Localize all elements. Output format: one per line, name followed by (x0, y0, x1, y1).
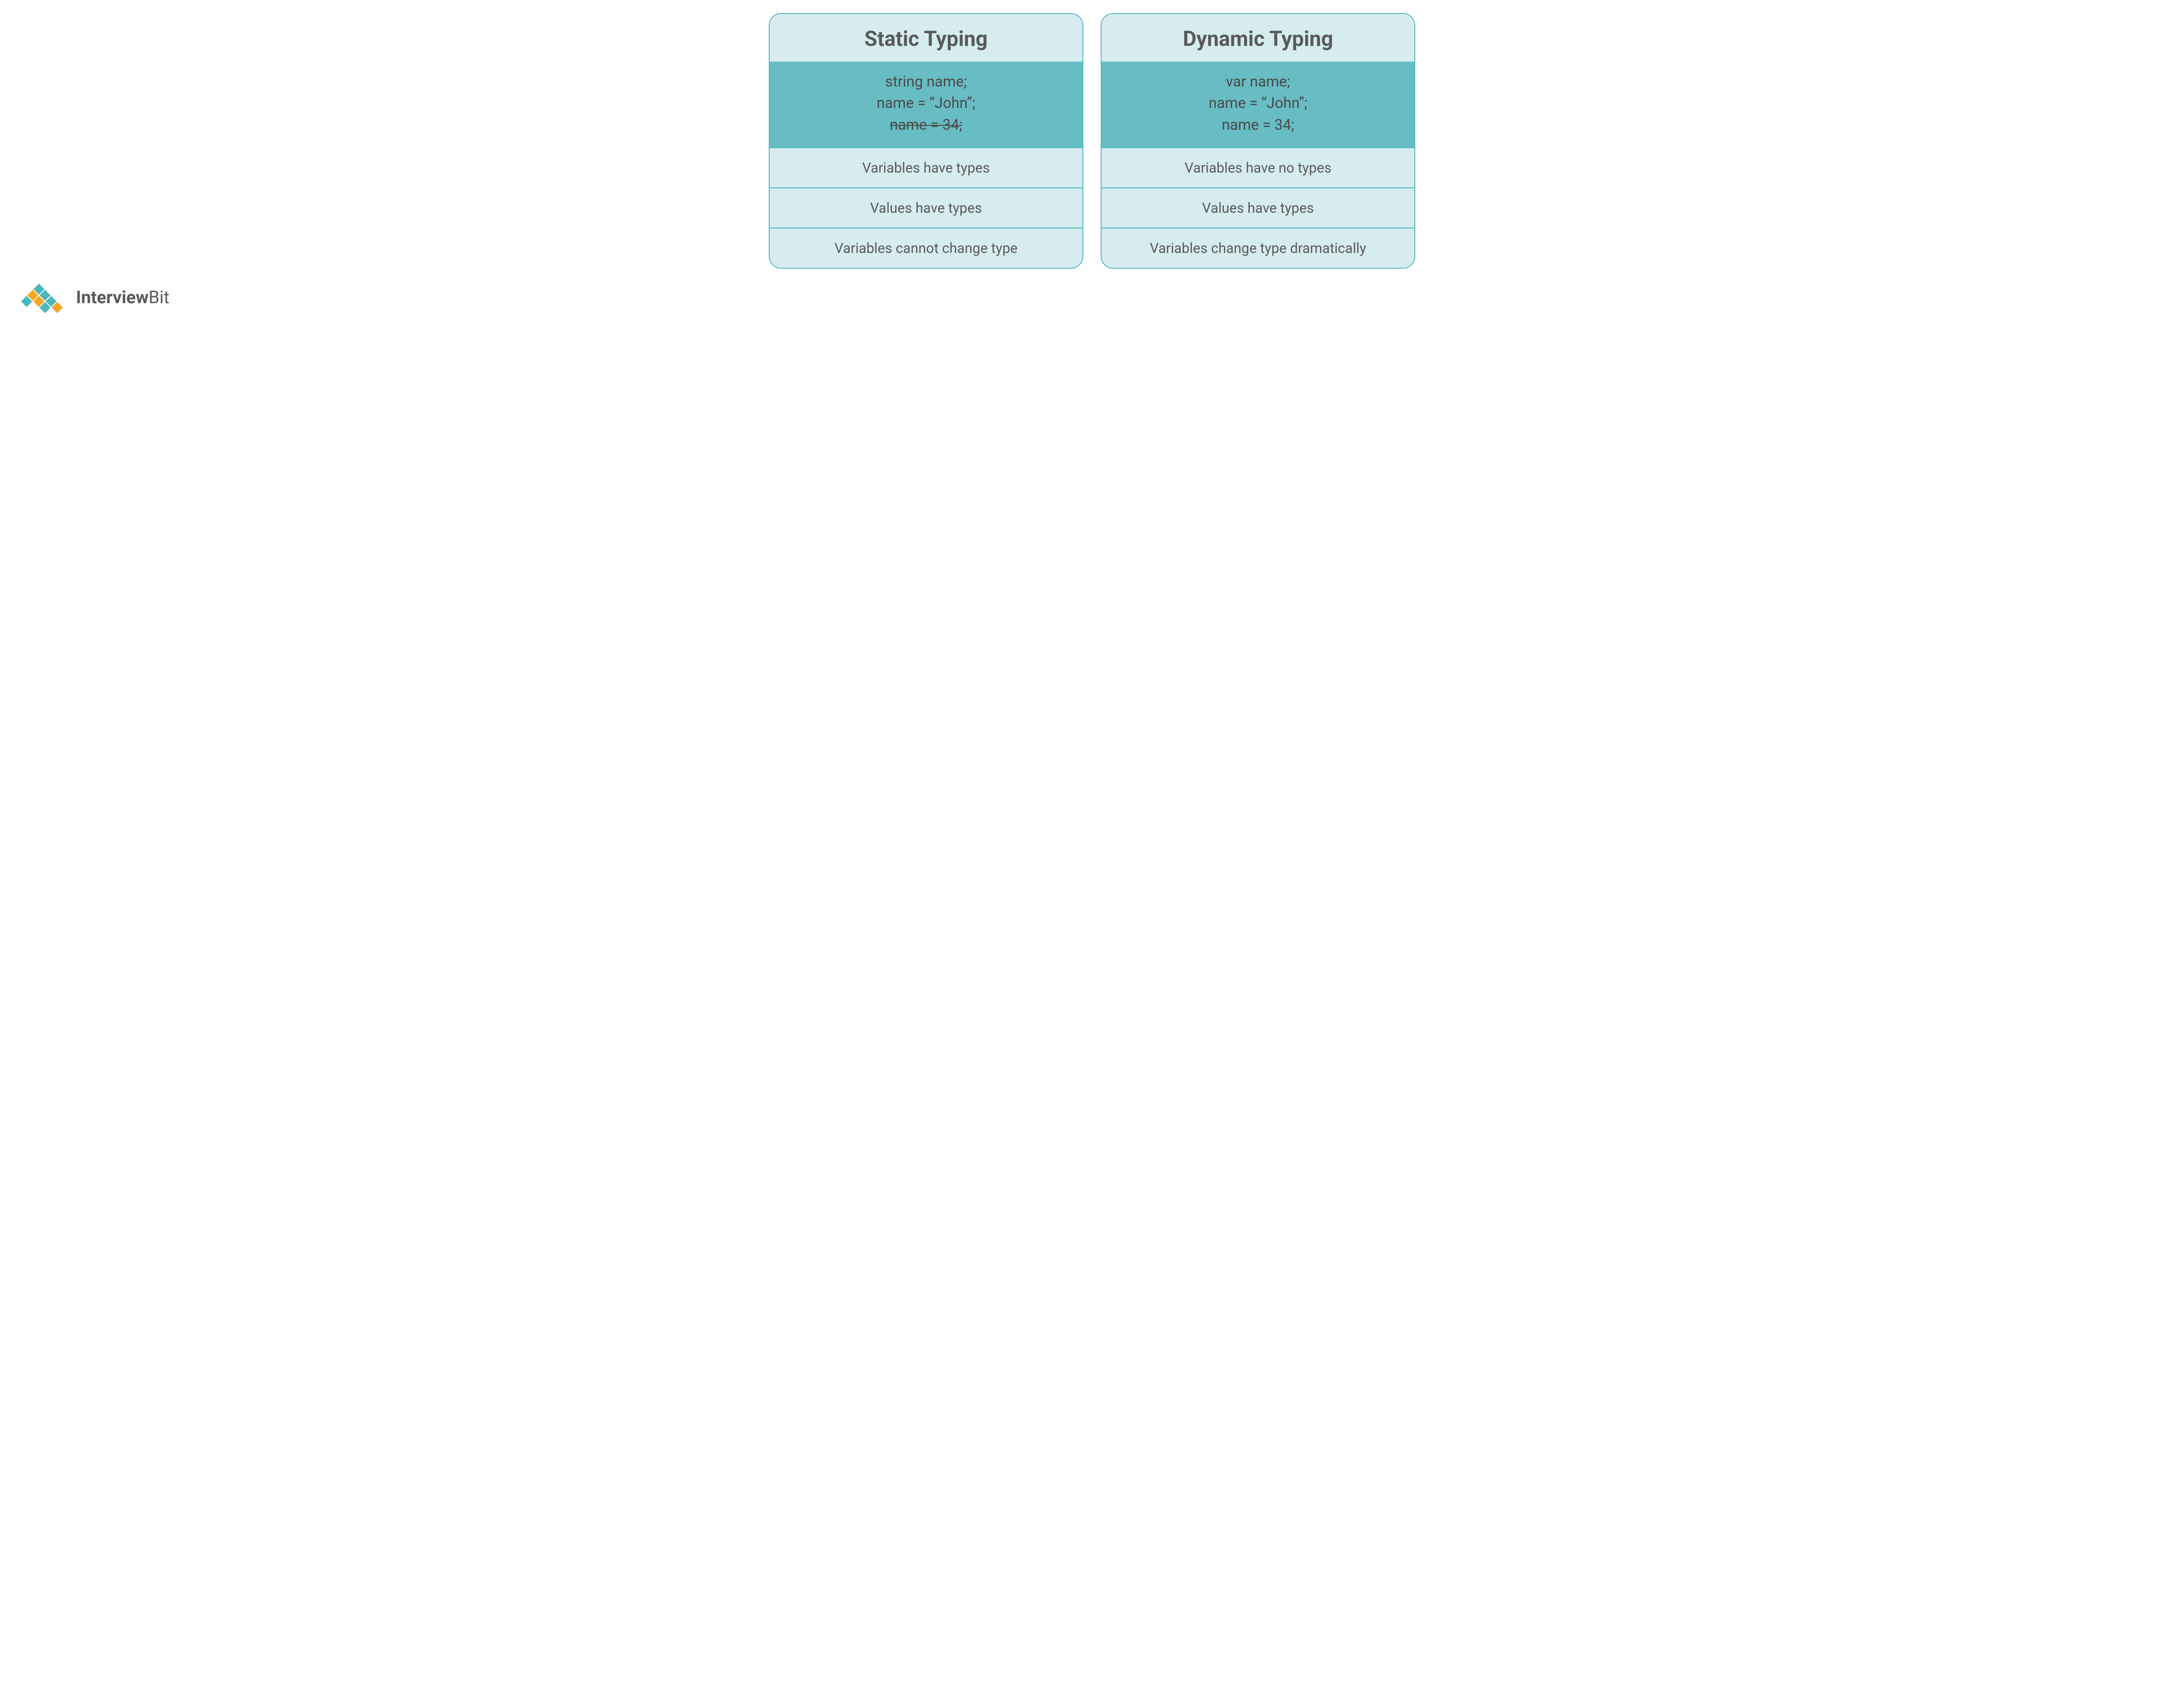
dynamic-code-line-2: name = “John”; (1110, 93, 1406, 114)
static-feature-1: Variables have types (770, 147, 1082, 187)
logo-text-bold: Interview (76, 287, 149, 308)
dynamic-card-title: Dynamic Typing (1102, 14, 1414, 62)
static-code-line-3-strikethrough: name = 34; (778, 114, 1074, 136)
static-code-line-1: string name; (778, 71, 1074, 93)
logo-icon (22, 284, 70, 311)
dynamic-typing-card: Dynamic Typing var name; name = “John”; … (1101, 13, 1415, 269)
logo-text: InterviewBit (76, 287, 169, 308)
logo-text-light: Bit (149, 287, 169, 308)
brand-logo: InterviewBit (22, 284, 2167, 311)
static-typing-card: Static Typing string name; name = “John”… (769, 13, 1083, 269)
dynamic-code-line-3: name = 34; (1110, 114, 1406, 136)
dynamic-code-block: var name; name = “John”; name = 34; (1102, 62, 1414, 147)
dynamic-feature-3: Variables change type dramatically (1102, 228, 1414, 268)
dynamic-feature-2: Values have types (1102, 187, 1414, 228)
static-code-block: string name; name = “John”; name = 34; (770, 62, 1082, 147)
comparison-container: Static Typing string name; name = “John”… (769, 13, 1415, 269)
static-code-line-2: name = “John”; (778, 93, 1074, 114)
static-card-title: Static Typing (770, 14, 1082, 62)
dynamic-code-line-1: var name; (1110, 71, 1406, 93)
dynamic-feature-1: Variables have no types (1102, 147, 1414, 187)
static-feature-3: Variables cannot change type (770, 228, 1082, 268)
static-feature-2: Values have types (770, 187, 1082, 228)
